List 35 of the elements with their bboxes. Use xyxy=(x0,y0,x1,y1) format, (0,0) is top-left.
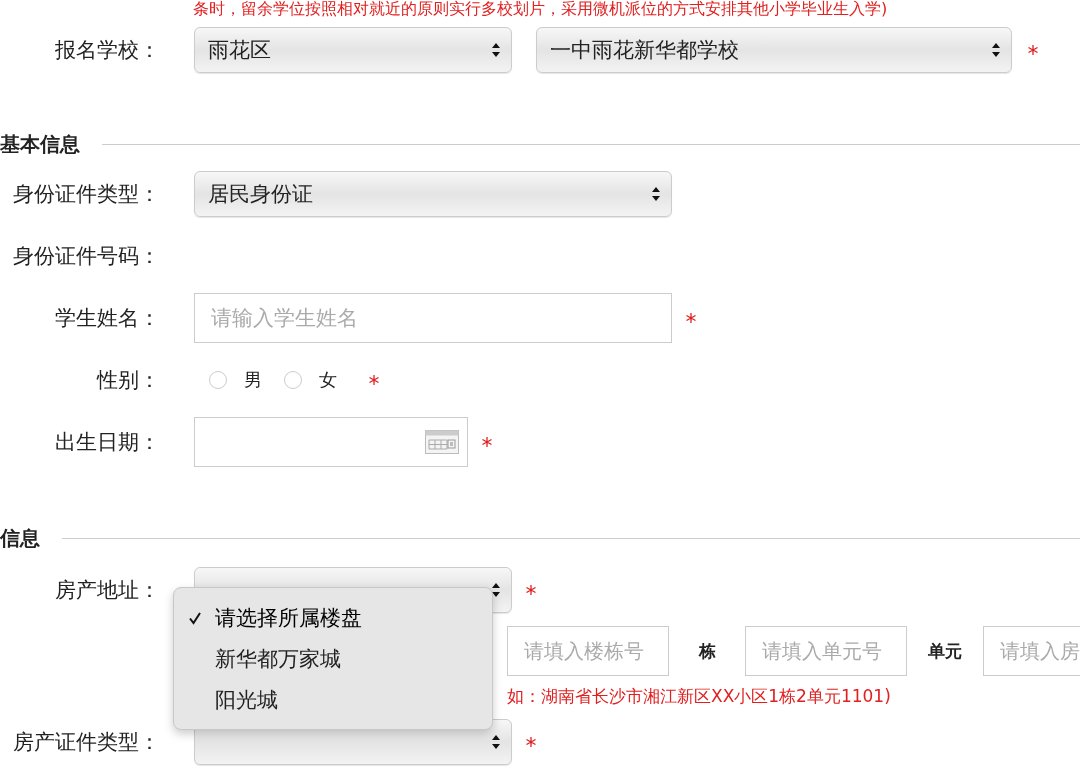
radio-button[interactable] xyxy=(209,371,227,389)
radio-label: 男 xyxy=(244,368,262,392)
date-field[interactable] xyxy=(194,417,468,467)
section-title: 基本信息 xyxy=(0,130,80,158)
field-label: 学生姓名： xyxy=(54,305,160,332)
radio-button[interactable] xyxy=(284,371,302,389)
field-label: 房产地址： xyxy=(54,577,160,604)
menu-item[interactable]: 请选择所属楼盘 xyxy=(174,597,492,638)
select-field[interactable]: 居民身份证 xyxy=(194,171,672,217)
menu-item[interactable]: 新华都万家城 xyxy=(174,638,492,679)
updown-icon xyxy=(992,43,1000,57)
calendar-icon xyxy=(425,430,459,454)
updown-icon xyxy=(652,187,660,201)
input-field[interactable]: 请填入房 xyxy=(983,626,1080,676)
select-field[interactable]: 一中雨花新华都学校 xyxy=(536,27,1012,73)
field-label: 身份证件类型： xyxy=(12,181,160,208)
select-field[interactable]: 雨花区 xyxy=(194,27,512,73)
input-field[interactable]: 请填入楼栋号 xyxy=(507,626,669,676)
radio-label: 女 xyxy=(319,368,337,392)
updown-icon xyxy=(492,43,500,57)
menu-item[interactable]: 阳光城 xyxy=(174,679,492,720)
updown-icon xyxy=(492,583,500,597)
notice-text: 条时，留余学位按照相对就近的原则实行多校划片，采用微机派位的方式安排其他小学毕业生入学) xyxy=(192,0,889,20)
hint-text: 如：湖南省长沙市湘江新区XX小区1栋2单元1101) xyxy=(507,685,891,708)
field-label: 出生日期： xyxy=(54,429,160,456)
field-label: 报名学校： xyxy=(54,37,160,64)
field-label: 房产证件类型： xyxy=(12,729,160,756)
section-title: 信息 xyxy=(0,524,40,552)
field-label: 性别： xyxy=(95,367,160,394)
unit-label: 单元 xyxy=(927,639,963,663)
input-field[interactable]: 请填入单元号 xyxy=(745,626,907,676)
field-label: 身份证件号码： xyxy=(12,243,160,270)
input-field[interactable]: 请输入学生姓名 xyxy=(194,293,672,343)
updown-icon xyxy=(492,735,500,749)
unit-label: 栋 xyxy=(697,639,717,663)
